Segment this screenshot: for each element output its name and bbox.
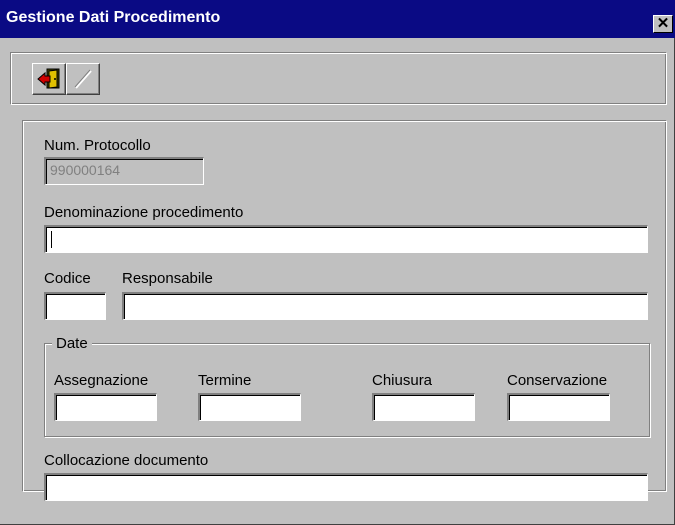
toolbar	[10, 52, 667, 105]
window-title: Gestione Dati Procedimento	[6, 9, 221, 26]
date-group-legend: Date	[52, 335, 92, 352]
dialog-window: Gestione Dati Procedimento ✕ Num. Protoc…	[0, 0, 675, 525]
assegnazione-field[interactable]	[54, 393, 157, 421]
collocazione-field[interactable]	[44, 473, 648, 501]
num-protocollo-label: Num. Protocollo	[44, 137, 151, 154]
collocazione-label: Collocazione documento	[44, 452, 209, 469]
chiusura-label: Chiusura	[372, 372, 433, 389]
codice-field[interactable]	[44, 292, 106, 320]
conservazione-label: Conservazione	[507, 372, 608, 389]
exit-button[interactable]	[32, 63, 66, 95]
codice-label: Codice	[44, 270, 91, 287]
edit-pencil-icon	[74, 69, 92, 89]
close-icon: ✕	[656, 15, 670, 32]
denominazione-label: Denominazione procedimento	[44, 204, 244, 221]
termine-field[interactable]	[198, 393, 301, 421]
responsabile-label: Responsabile	[122, 270, 213, 287]
assegnazione-label: Assegnazione	[54, 372, 149, 389]
denominazione-field[interactable]	[44, 225, 648, 253]
responsabile-field[interactable]	[122, 292, 648, 320]
text-caret	[51, 231, 52, 248]
chiusura-field[interactable]	[372, 393, 475, 421]
exit-icon	[37, 68, 60, 89]
num-protocollo-field: 990000164	[44, 157, 204, 185]
title-bar[interactable]: Gestione Dati Procedimento ✕	[0, 0, 675, 38]
num-protocollo-value: 990000164	[50, 162, 121, 178]
date-groupbox	[44, 343, 650, 437]
conservazione-field[interactable]	[507, 393, 610, 421]
termine-label: Termine	[198, 372, 252, 389]
close-button[interactable]: ✕	[653, 15, 673, 33]
edit-button[interactable]	[66, 63, 100, 95]
